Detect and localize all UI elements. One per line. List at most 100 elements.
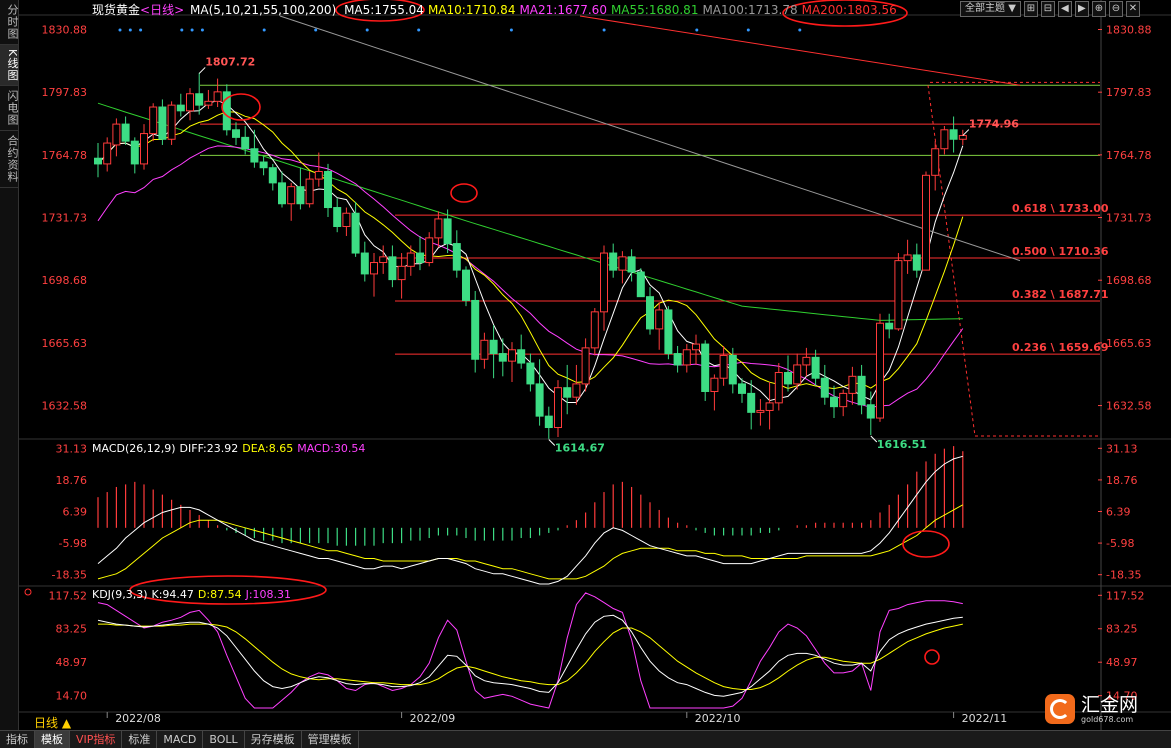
instrument-title: 现货黄金<日线>	[92, 2, 184, 17]
period-selector[interactable]: 日线 ▲	[34, 714, 71, 731]
date-tick: 2022/10	[695, 712, 741, 725]
kdj-j: J:108.31	[245, 588, 291, 601]
chart-canvas[interactable]: 0.618 \ 1733.00 0.500 \ 1710.36 0.382 \ 16…	[0, 0, 1171, 730]
signal-dot	[139, 28, 143, 32]
fib-level-label: 0.382 \ 1687.71	[1012, 288, 1109, 301]
candle-body	[912, 254, 921, 271]
fibonacci-retracement[interactable]: 0.618 \ 1733.00 0.500 \ 1710.36 0.382 \ 16…	[200, 81, 1109, 437]
tab-boll[interactable]: BOLL	[203, 731, 245, 748]
candle-body	[738, 383, 746, 394]
candle-body	[443, 218, 452, 245]
sidebar-tab-timeshare[interactable]: 分时图	[0, 0, 19, 45]
candle-body	[388, 256, 397, 281]
ma100-line	[279, 15, 1021, 262]
macd-tick-left: 31.13	[56, 442, 88, 455]
date-tick: 2022/09	[410, 712, 456, 725]
sidebar-tab-contract[interactable]: 合约资料	[0, 131, 19, 189]
fib-level-label: 0.500 \ 1710.36	[1012, 245, 1109, 258]
price-tick-left: 1665.63	[42, 337, 88, 350]
candlesticks[interactable]	[94, 72, 967, 439]
ma-legend-item: MA10:1710.84	[428, 3, 516, 17]
kdj-tick-left: 14.70	[56, 690, 88, 703]
candle-body	[305, 178, 314, 205]
ma-legend-item: MA21:1677.60	[519, 3, 607, 17]
price-label: 1616.51	[877, 438, 927, 451]
kdj-panel[interactable]	[24, 588, 963, 709]
price-tick-right: 1830.88	[1106, 24, 1152, 37]
candle-body	[176, 104, 185, 112]
fib-level-label: 0.618 \ 1733.00	[1012, 202, 1109, 215]
grid-icon[interactable]: ⊞	[1023, 1, 1038, 17]
candle-body	[627, 256, 636, 273]
bottom-tabbar: 指标 模板 VIP指标 标准 MACD BOLL 另存模板 管理模板	[0, 730, 1171, 748]
close-icon[interactable]: ✕	[1125, 1, 1140, 17]
annotation-kdj-cross-ellipse	[924, 649, 940, 665]
brand-logo: 汇金网 gold678.com	[1045, 692, 1163, 726]
candle-body	[931, 148, 940, 176]
kdj-tick-right: 83.25	[1106, 623, 1138, 636]
candle-body	[517, 349, 526, 364]
candle-body	[278, 182, 286, 205]
tab-save-template[interactable]: 另存模板	[245, 731, 302, 748]
signal-dot	[746, 28, 750, 32]
signal-dot	[417, 28, 421, 32]
macd-panel[interactable]	[97, 446, 964, 585]
candle-body	[406, 252, 415, 267]
kdj-legend: KDJ(9,3,3) K:94.47 D:87.54 J:108.31	[92, 588, 291, 601]
macd-tick-left: 6.39	[63, 506, 88, 519]
macd-dea: DEA:8.65	[242, 442, 293, 455]
layout-icon[interactable]: ⊟	[1040, 1, 1055, 17]
theme-dropdown[interactable]: 全部主题 ▼	[960, 1, 1021, 17]
sidebar-tab-flash[interactable]: 闪电图	[0, 86, 19, 132]
candle-body	[590, 311, 599, 349]
tab-standard[interactable]: 标准	[122, 731, 158, 748]
candle-body	[508, 349, 516, 362]
candle-body	[811, 356, 820, 379]
sidebar-tab-kline[interactable]: K线图	[0, 45, 19, 87]
candle-body	[425, 237, 434, 264]
tab-indicator[interactable]: 指标	[0, 731, 35, 748]
candle-body	[94, 157, 102, 165]
tab-template[interactable]: 模板	[35, 731, 70, 748]
price-tick-left: 1632.58	[42, 400, 88, 413]
candle-body	[673, 353, 682, 366]
annotation-ellipses	[129, 0, 950, 665]
ma-legend: MA(5,10,21,55,100,200) MA5:1755.04 MA10:1…	[190, 3, 897, 17]
signal-dot	[200, 28, 204, 32]
chart-toolbar: 全部主题 ▼ ⊞ ⊟ ◀ ▶ ⊕ ⊖ ✕	[960, 1, 1140, 17]
candle-body	[830, 396, 838, 408]
candle-body	[489, 339, 498, 355]
price-label: 1774.96	[969, 118, 1019, 131]
candle-body	[655, 309, 664, 330]
candle-body	[774, 372, 783, 404]
ma-legend-item: MA55:1680.81	[611, 3, 699, 17]
candle-body	[149, 106, 158, 135]
date-tick: 2022/11	[962, 712, 1008, 725]
candle-body	[894, 260, 903, 330]
candle-body	[682, 349, 691, 366]
zoom-out-icon[interactable]: ⊖	[1108, 1, 1123, 17]
candle-body	[140, 133, 148, 165]
candle-body	[535, 383, 544, 417]
candle-body	[526, 362, 535, 385]
candle-body	[434, 218, 443, 239]
candle-body	[314, 171, 323, 180]
candle-body	[130, 140, 139, 165]
candle-body	[544, 415, 553, 429]
macd-diff-line	[97, 455, 963, 585]
zoom-in-icon[interactable]: ⊕	[1091, 1, 1106, 17]
price-tick-left: 1764.78	[42, 149, 88, 162]
macd-tick-left: -18.35	[52, 569, 87, 582]
kdj-tick-right: 48.97	[1106, 656, 1138, 669]
scroll-left-icon[interactable]: ◀	[1057, 1, 1072, 17]
candle-body	[958, 134, 967, 140]
candle-body	[784, 372, 792, 385]
tab-manage-template[interactable]: 管理模板	[302, 731, 359, 748]
candle-body	[452, 243, 461, 271]
candle-body	[572, 383, 581, 398]
scroll-right-icon[interactable]: ▶	[1074, 1, 1089, 17]
candle-body	[296, 186, 305, 205]
signal-dot	[798, 28, 802, 32]
tab-vip-indicator[interactable]: VIP指标	[70, 731, 123, 748]
tab-macd[interactable]: MACD	[157, 731, 204, 748]
